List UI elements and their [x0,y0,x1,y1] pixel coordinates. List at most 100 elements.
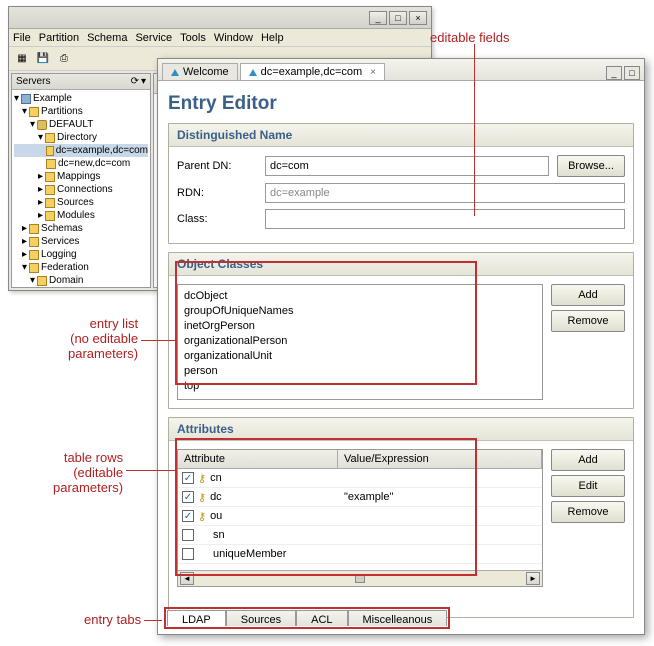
tree-node-root[interactable]: Example [33,92,72,105]
welcome-icon [171,69,179,76]
bg-maximize-button[interactable]: □ [389,11,407,25]
list-item[interactable]: dcObject [184,289,536,304]
key-icon: ⚷ [198,510,206,523]
toolbar-print-icon[interactable]: ⎙ [55,50,73,68]
attr-remove-button[interactable]: Remove [551,501,625,523]
key-icon: ⚷ [198,472,206,485]
tree-node-sources[interactable]: Sources [57,196,94,209]
scroll-left-icon[interactable]: ◄ [180,572,194,585]
oc-add-button[interactable]: Add [551,284,625,306]
scroll-right-icon[interactable]: ► [526,572,540,585]
rdn-input[interactable] [265,183,625,203]
tree-node-mappings[interactable]: Mappings [57,170,100,183]
menu-partition[interactable]: Partition [39,32,79,44]
annotation-line [126,470,175,471]
page-title: Entry Editor [168,93,634,115]
tab-welcome[interactable]: Welcome [162,63,238,80]
table-row[interactable]: ✓⚷dc"example" [178,488,542,507]
annotation-entry-list: entry list (no editable parameters) [68,316,138,361]
row-checkbox[interactable]: ✓ [182,510,194,522]
object-classes-list[interactable]: dcObject groupOfUniqueNames inetOrgPerso… [177,284,543,400]
tree-node-default[interactable]: DEFAULT [49,118,93,131]
tree-node-federation[interactable]: Federation [41,261,89,274]
server-icon [21,94,31,104]
annotation-line [474,44,475,216]
tree-node-domain[interactable]: Domain [49,274,83,287]
list-item[interactable]: person [184,364,536,379]
annotation-line [144,620,162,621]
annotation-line [141,340,175,341]
partition-icon [37,120,47,130]
tab-sources[interactable]: Sources [226,610,296,626]
tree-node-selected[interactable]: dc=example,dc=com [56,144,148,157]
annotation-editable-fields: editable fields [430,30,510,45]
rdn-label: RDN: [177,187,257,199]
scroll-thumb[interactable] [355,575,365,583]
tree-node-ldap[interactable]: LDAP [50,287,76,288]
horizontal-scrollbar[interactable]: ◄ ► [178,570,542,586]
tree-node-connections[interactable]: Connections [57,183,113,196]
row-checkbox[interactable]: ✓ [182,491,194,503]
tree-menu-icon[interactable]: ▾ [141,76,146,87]
menu-help[interactable]: Help [261,32,284,44]
menu-schema[interactable]: Schema [87,32,127,44]
tree-node-entry[interactable]: dc=new,dc=com [58,157,130,170]
tree-node-schemas[interactable]: Schemas [41,222,83,235]
tree-node-partitions[interactable]: Partitions [41,105,83,118]
tab-ldap[interactable]: LDAP [167,610,226,626]
tab-current-entry[interactable]: dc=example,dc=com× [240,63,385,80]
attr-value: "example" [338,491,542,503]
class-input[interactable] [265,209,625,229]
menu-window[interactable]: Window [214,32,253,44]
oc-remove-button[interactable]: Remove [551,310,625,332]
panel-minimize-button[interactable]: _ [606,66,622,80]
list-item[interactable]: organizationalPerson [184,334,536,349]
tree-node-services[interactable]: Services [41,235,79,248]
menu-file[interactable]: File [13,32,31,44]
list-item[interactable]: organizationalUnit [184,349,536,364]
toolbar-save-icon[interactable]: 💾 [34,50,52,68]
tree-body[interactable]: ▾Example ▾Partitions ▾DEFAULT ▾Directory… [12,90,150,288]
row-checkbox[interactable] [182,548,194,560]
class-label: Class: [177,213,257,225]
tree-node-modules[interactable]: Modules [57,209,95,222]
browse-button[interactable]: Browse... [557,155,625,177]
table-row[interactable]: sn [178,526,542,545]
folder-icon [37,276,47,286]
table-row[interactable]: ✓⚷ou [178,507,542,526]
tab-close-icon[interactable]: × [370,67,376,78]
table-row[interactable]: ✓⚷cn [178,469,542,488]
tab-misc[interactable]: Miscelleanous [348,610,448,626]
tree-node-logging[interactable]: Logging [41,248,77,261]
bg-minimize-button[interactable]: _ [369,11,387,25]
folder-icon [29,237,39,247]
col-attribute[interactable]: Attribute [178,450,338,468]
table-header: Attribute Value/Expression [178,450,542,469]
menu-tools[interactable]: Tools [180,32,206,44]
section-header-oc: Object Classes [169,253,633,276]
tree-refresh-icon[interactable]: ⟳ [131,76,139,87]
menu-service[interactable]: Service [135,32,172,44]
panel-maximize-button[interactable]: □ [624,66,640,80]
tree-title: Servers [16,76,50,87]
attr-name: sn [213,529,225,541]
table-row[interactable]: uniqueMember [178,545,542,564]
parent-dn-label: Parent DN: [177,160,257,172]
row-checkbox[interactable] [182,529,194,541]
toolbar-new-icon[interactable]: ▦ [13,50,31,68]
tab-acl[interactable]: ACL [296,610,347,626]
parent-dn-input[interactable] [265,156,549,176]
folder-icon [45,198,55,208]
col-value[interactable]: Value/Expression [338,450,542,468]
folder-icon [29,107,39,117]
list-item[interactable]: groupOfUniqueNames [184,304,536,319]
key-icon: ⚷ [198,491,206,504]
bg-close-button[interactable]: × [409,11,427,25]
list-item[interactable]: inetOrgPerson [184,319,536,334]
tree-node-directory[interactable]: Directory [57,131,97,144]
list-item[interactable]: top [184,379,536,394]
section-distinguished-name: Distinguished Name Parent DN: Browse... … [168,123,634,244]
attr-add-button[interactable]: Add [551,449,625,471]
attr-edit-button[interactable]: Edit [551,475,625,497]
row-checkbox[interactable]: ✓ [182,472,194,484]
